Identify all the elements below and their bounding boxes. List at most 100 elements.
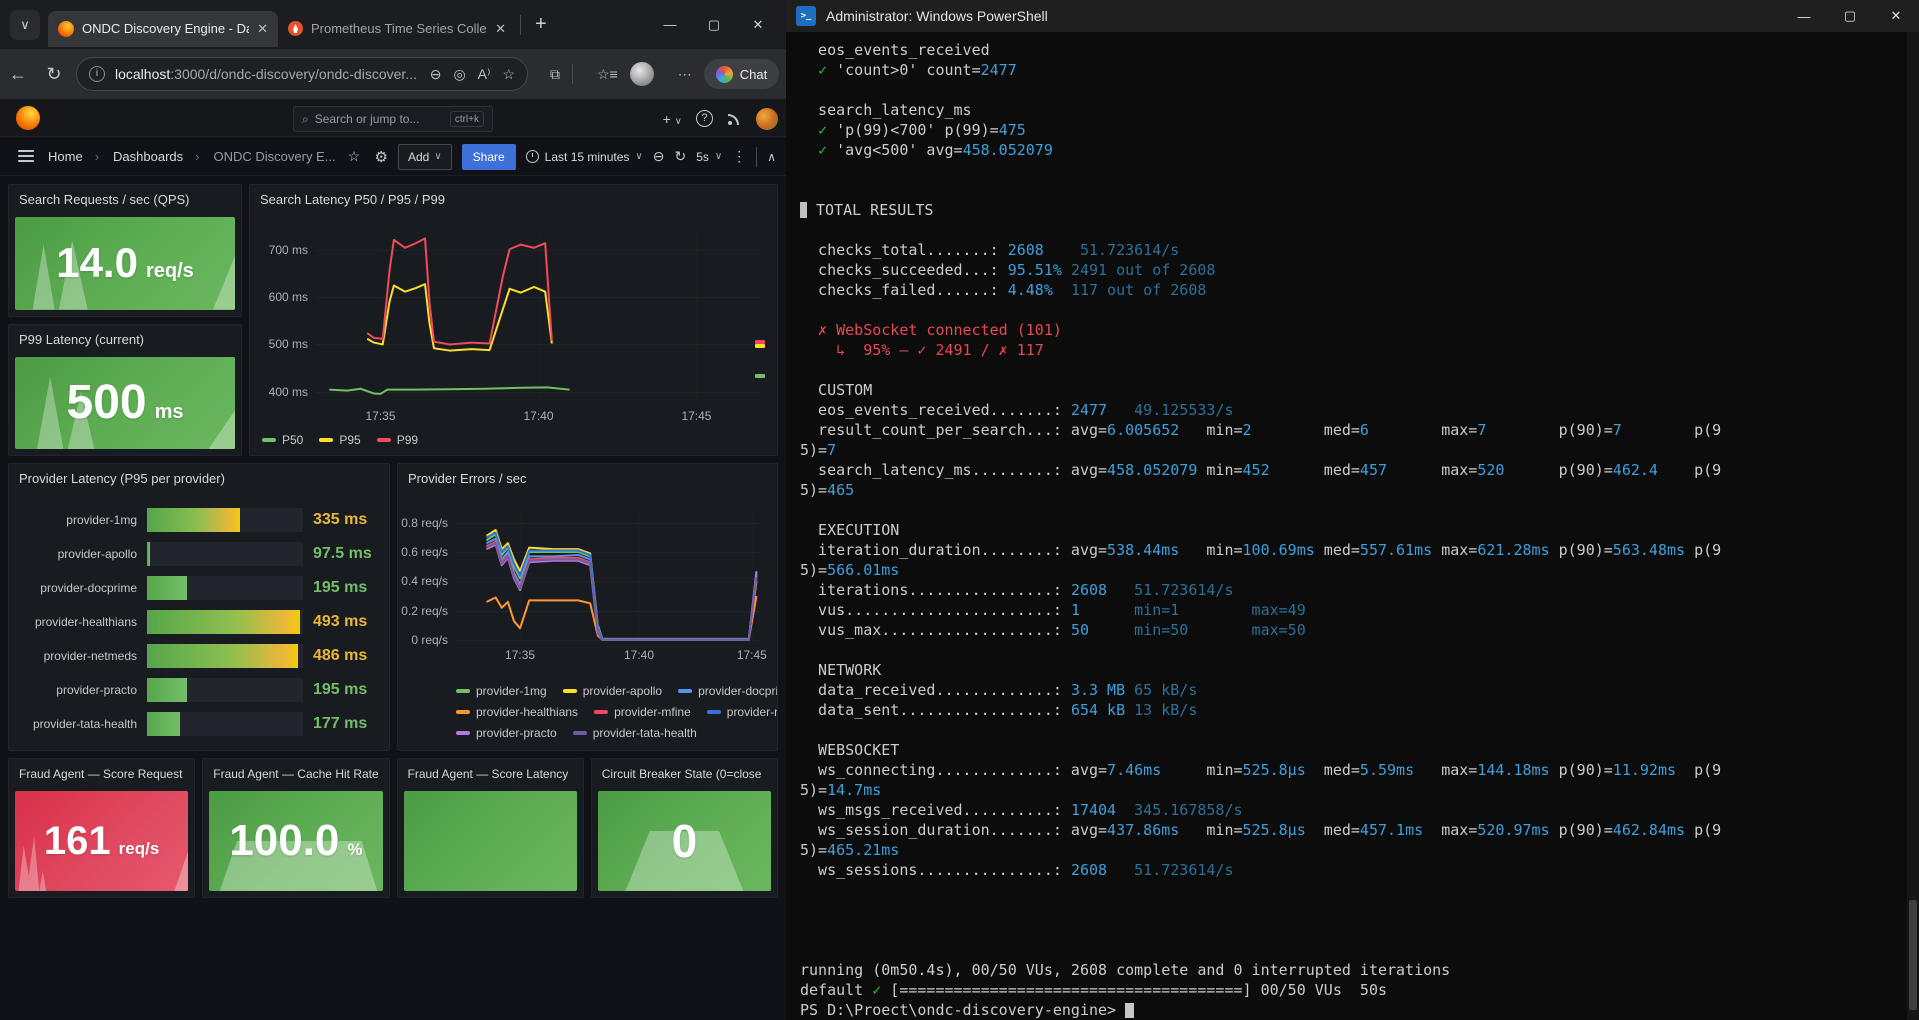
tab-close-icon[interactable]: ✕ bbox=[495, 21, 506, 37]
grafana-header: ⌕ Search or jump to... ctrl+k + ∨ ? bbox=[0, 100, 786, 137]
help-icon[interactable]: ? bbox=[696, 110, 713, 127]
panel-fraud-score-request: Fraud Agent — Score Request 161req/s bbox=[8, 758, 195, 898]
new-tab-button[interactable]: + bbox=[535, 13, 547, 36]
legend-item-provider-apollo[interactable]: provider-apollo bbox=[563, 684, 662, 698]
y-axis-tick: 500 ms bbox=[269, 337, 308, 351]
panel-title[interactable]: Search Latency P50 / P95 / P99 bbox=[250, 185, 777, 215]
stat-body: 161req/s bbox=[15, 791, 188, 891]
y-axis-tick: 0.4 req/s bbox=[401, 574, 448, 588]
favorite-dashboard-icon[interactable]: ☆ bbox=[348, 148, 361, 165]
refresh-dashboard-icon[interactable]: ↻ bbox=[674, 148, 686, 165]
more-options-icon[interactable]: ⋯ bbox=[678, 66, 692, 83]
breadcrumb-current[interactable]: ONDC Discovery E... bbox=[213, 149, 335, 164]
panel-title[interactable]: Fraud Agent — Cache Hit Rate bbox=[203, 759, 388, 789]
panel-title[interactable]: Provider Latency (P95 per provider) bbox=[9, 464, 389, 494]
tab-prometheus[interactable]: Prometheus Time Series Collection ✕ bbox=[278, 11, 516, 47]
terminal-output[interactable]: eos_events_received ✓ 'count>0' count=24… bbox=[800, 32, 1901, 1020]
stat-value: 161req/s bbox=[44, 819, 159, 864]
terminal-line bbox=[800, 80, 1901, 100]
provider-name: provider-tata-health bbox=[19, 717, 137, 731]
menu-icon[interactable] bbox=[18, 150, 34, 162]
add-menu-icon[interactable]: + ∨ bbox=[663, 111, 682, 127]
panel-title[interactable]: Provider Errors / sec bbox=[398, 464, 777, 494]
provider-latency-rows: provider-1mg335 msprovider-apollo97.5 ms… bbox=[19, 506, 379, 744]
x-axis-tick: 17:35 bbox=[505, 648, 535, 662]
powershell-titlebar[interactable]: >_ Administrator: Windows PowerShell — ▢… bbox=[786, 0, 1919, 32]
browser-maximize-button[interactable]: ▢ bbox=[692, 5, 736, 45]
panel-title[interactable]: Circuit Breaker State (0=close bbox=[592, 759, 777, 789]
grafana-logo-icon[interactable] bbox=[16, 106, 40, 130]
legend-item-provider-tata-health[interactable]: provider-tata-health bbox=[573, 726, 697, 740]
zoom-out-icon[interactable]: ⊖ bbox=[430, 66, 442, 83]
browser-profile-avatar[interactable] bbox=[630, 62, 654, 86]
legend-item-provider-practo[interactable]: provider-practo bbox=[456, 726, 557, 740]
provider-name: provider-netmeds bbox=[19, 649, 137, 663]
add-panel-button[interactable]: Add∨ bbox=[398, 144, 452, 170]
site-info-icon[interactable]: i bbox=[89, 66, 105, 82]
panel-fraud-cache-hit: 100.0% Fraud Agent — Cache Hit Rate bbox=[202, 758, 389, 898]
terminal-maximize-button[interactable]: ▢ bbox=[1827, 0, 1873, 32]
grafana-search-input[interactable]: ⌕ Search or jump to... ctrl+k bbox=[293, 106, 493, 132]
time-range-picker[interactable]: Last 15 minutes ∨ bbox=[526, 150, 643, 164]
kebab-menu-icon[interactable]: ⋮ bbox=[732, 148, 746, 165]
legend-item-P50[interactable]: P50 bbox=[262, 433, 303, 447]
browser-toolbar: ← ↻ i localhost:3000/d/ondc-discovery/on… bbox=[0, 49, 786, 100]
breadcrumb-home[interactable]: Home bbox=[48, 149, 83, 164]
y-axis-tick: 0.6 req/s bbox=[401, 545, 448, 559]
collapse-toolbar-icon[interactable]: ∧ bbox=[767, 150, 776, 164]
terminal-scrollbar-thumb[interactable] bbox=[1909, 900, 1917, 1010]
reader-mode-icon[interactable]: ◎ bbox=[453, 66, 465, 83]
terminal-line: 5)=566.01ms bbox=[800, 560, 1901, 580]
stat-unit: ms bbox=[155, 401, 184, 424]
provider-value: 493 ms bbox=[313, 613, 379, 631]
series-provider-apollo bbox=[487, 530, 757, 639]
browser-minimize-button[interactable]: — bbox=[648, 5, 692, 45]
y-axis-tick: 400 ms bbox=[269, 385, 308, 399]
panel-title[interactable]: P99 Latency (current) bbox=[9, 325, 241, 355]
provider-bar-track bbox=[147, 644, 303, 668]
panel-fraud-score-latency: Fraud Agent — Score Latency bbox=[397, 758, 584, 898]
refresh-icon[interactable]: ↻ bbox=[36, 64, 72, 85]
legend-item-provider-healthians[interactable]: provider-healthians bbox=[456, 705, 578, 719]
favorite-star-icon[interactable]: ☆ bbox=[502, 66, 515, 83]
tab-ondc-dashboard[interactable]: ONDC Discovery Engine - Dashbo ✕ bbox=[48, 11, 278, 47]
provider-bar-fill bbox=[147, 610, 300, 634]
extensions-icon[interactable]: ⧉ bbox=[550, 66, 560, 83]
y-axis-tick: 700 ms bbox=[269, 243, 308, 257]
legend-item-provider-netmeds[interactable]: provider-netmeds bbox=[707, 705, 778, 719]
tab-close-icon[interactable]: ✕ bbox=[257, 21, 268, 37]
tab-search-chevron-icon[interactable]: ∨ bbox=[10, 10, 40, 40]
legend-item-provider-1mg[interactable]: provider-1mg bbox=[456, 684, 547, 698]
grafana-avatar[interactable] bbox=[756, 108, 778, 130]
browser-close-button[interactable]: ✕ bbox=[736, 5, 780, 45]
stat-unit: req/s bbox=[119, 839, 160, 859]
panel-title[interactable]: Fraud Agent — Score Latency bbox=[398, 759, 583, 789]
copilot-chat-button[interactable]: Chat bbox=[704, 59, 779, 89]
terminal-close-button[interactable]: ✕ bbox=[1873, 0, 1919, 32]
y-axis-tick: 0.8 req/s bbox=[401, 516, 448, 530]
breadcrumb-dashboards[interactable]: Dashboards bbox=[113, 149, 183, 164]
series-end-marker bbox=[755, 344, 765, 348]
panel-title[interactable]: Fraud Agent — Score Request bbox=[9, 759, 194, 789]
legend-item-P95[interactable]: P95 bbox=[319, 433, 360, 447]
favorites-bar-icon[interactable]: ☆≡ bbox=[597, 66, 618, 83]
dashboard-settings-icon[interactable]: ⚙ bbox=[375, 148, 388, 166]
y-axis-tick: 600 ms bbox=[269, 290, 308, 304]
legend-swatch-icon bbox=[707, 710, 721, 714]
legend-item-provider-docprime[interactable]: provider-docprime bbox=[678, 684, 778, 698]
address-bar[interactable]: i localhost:3000/d/ondc-discovery/ondc-d… bbox=[76, 57, 528, 91]
refresh-interval-picker[interactable]: 5s ∨ bbox=[696, 150, 722, 164]
panel-title[interactable]: Search Requests / sec (QPS) bbox=[9, 185, 241, 215]
zoom-out-time-icon[interactable]: ⊖ bbox=[653, 148, 665, 165]
share-button[interactable]: Share bbox=[462, 144, 516, 170]
provider-bar-track bbox=[147, 712, 303, 736]
terminal-line bbox=[800, 300, 1901, 320]
legend-item-provider-mfine[interactable]: provider-mfine bbox=[594, 705, 691, 719]
legend-item-P99[interactable]: P99 bbox=[377, 433, 418, 447]
back-icon[interactable]: ← bbox=[0, 64, 36, 85]
section-block-icon bbox=[800, 202, 807, 218]
news-icon[interactable] bbox=[727, 111, 742, 126]
read-aloud-icon[interactable]: A⁾ bbox=[478, 66, 491, 83]
terminal-minimize-button[interactable]: — bbox=[1781, 0, 1827, 32]
terminal-scrollbar[interactable] bbox=[1907, 32, 1919, 1020]
